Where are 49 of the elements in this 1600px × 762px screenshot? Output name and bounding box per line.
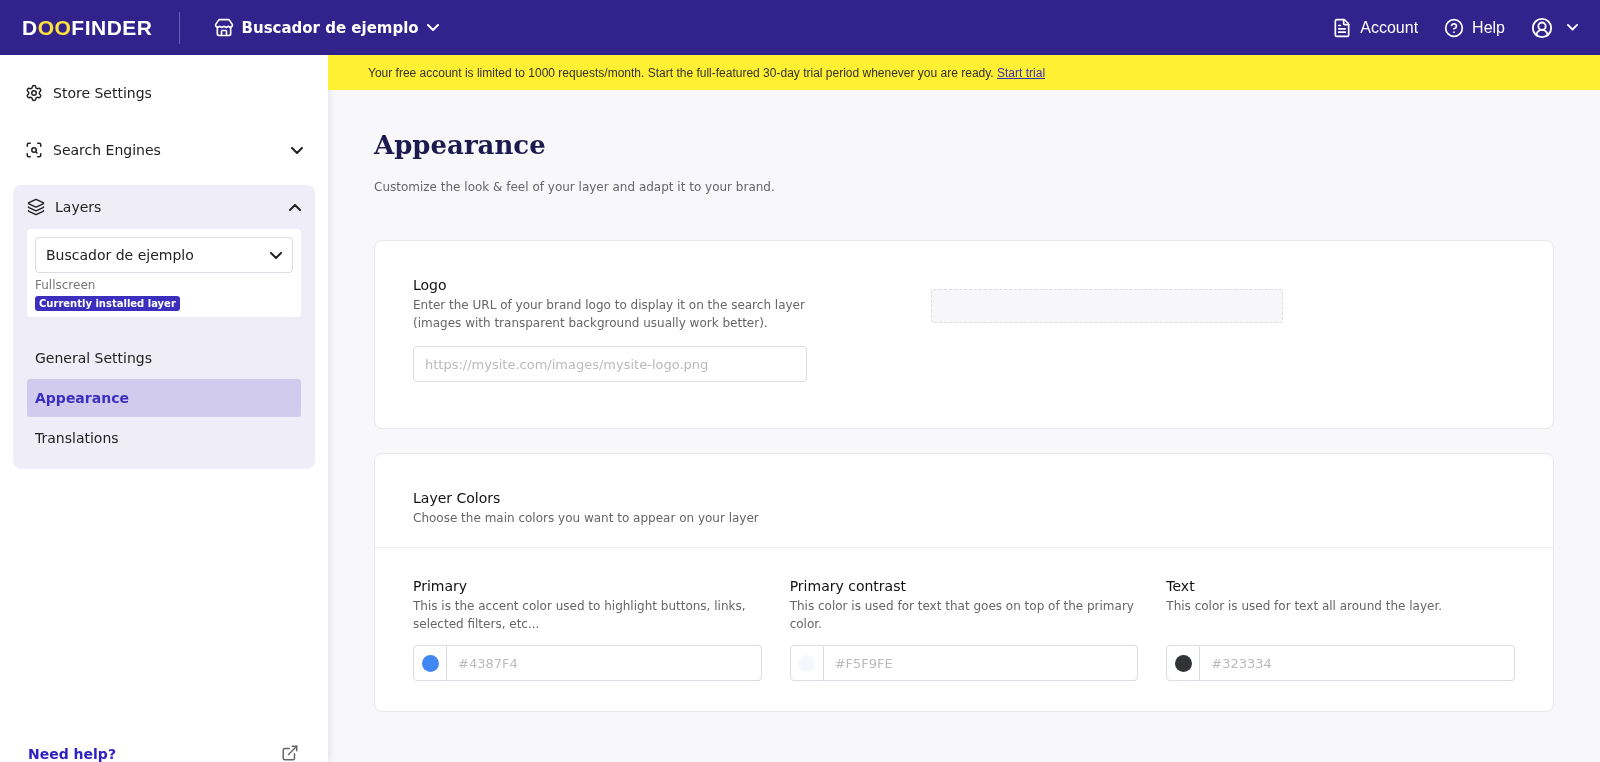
layers-icon <box>27 198 45 216</box>
nav-item[interactable]: Store Settings <box>13 71 315 115</box>
help-icon <box>1444 17 1465 38</box>
nav-subitem[interactable]: Translations <box>27 419 301 457</box>
help-link[interactable]: Help <box>1444 17 1505 38</box>
user-menu-button[interactable] <box>1531 16 1578 39</box>
section-description: Enter the URL of your brand logo to display it on the search layer (images with transparent background usually work better). <box>413 297 806 332</box>
swatch-button[interactable] <box>413 645 447 681</box>
chevron-down-icon <box>1567 24 1578 31</box>
start-trial-link[interactable]: Start trial <box>997 65 1046 80</box>
hex-color-field[interactable]: #4387F4 <box>447 645 762 681</box>
account-link[interactable]: Account <box>1332 17 1419 38</box>
help-link[interactable]: Need help? <box>28 746 116 762</box>
nav-subitem[interactable]: General Settings <box>27 339 301 377</box>
layer-type: Fullscreen <box>35 278 97 292</box>
section-title: Layer Colors <box>413 490 502 506</box>
section-description: Choose the main colors you want to appear on your layer <box>413 510 760 527</box>
brand-logo: DOOFINDER <box>22 11 180 44</box>
chevron-down-icon <box>291 146 303 154</box>
logo-url-field[interactable]: https://mysite.com/images/mysite-logo.png <box>413 346 807 382</box>
external-link-icon[interactable] <box>281 744 299 762</box>
field-label: Text <box>1166 578 1196 594</box>
chevron-down-icon <box>426 24 439 31</box>
user-icon <box>1531 16 1553 39</box>
field-label: Primary contrast <box>789 578 907 594</box>
hex-color-field[interactable]: #F5F9FE <box>823 645 1139 681</box>
nav-item[interactable]: Search Engines <box>13 128 315 172</box>
installed-badge: Currently installed layer <box>35 296 180 311</box>
layer-select[interactable]: Buscador de ejemplo <box>35 237 293 273</box>
field-description: This color is used for text all around the layer. <box>1166 598 1444 615</box>
field-description: This color is used for text that goes on top of the primary color. <box>789 598 1135 633</box>
search-icon <box>25 141 43 159</box>
page-subtitle: Customize the look & feel of your layer and adapt it to your brand. <box>374 180 776 194</box>
swatch-button[interactable] <box>789 645 824 681</box>
nav-item[interactable]: Layers <box>27 185 301 229</box>
nav-subitem[interactable]: Appearance <box>27 379 301 417</box>
chevron-down-icon <box>270 251 282 259</box>
swatch-button[interactable] <box>1166 645 1201 681</box>
store-icon <box>213 17 234 38</box>
section-title: Logo <box>413 277 448 293</box>
hex-color-field[interactable]: #323334 <box>1200 645 1515 681</box>
settings-icon <box>25 84 43 102</box>
page-title: Appearance <box>374 130 547 160</box>
document-icon <box>1332 17 1353 38</box>
field-description: This is the accent color used to highlight buttons, links, selected filters, etc... <box>413 598 747 633</box>
field-label: Primary <box>413 578 469 594</box>
chevron-up-icon <box>289 203 301 211</box>
banner-text: Your free account is limited to 1000 requests/month. Start the full-featured 30-day trial period whenever you are ready. Start trial <box>368 65 1046 80</box>
store-selector[interactable]: Buscador de ejemplo <box>207 16 445 39</box>
